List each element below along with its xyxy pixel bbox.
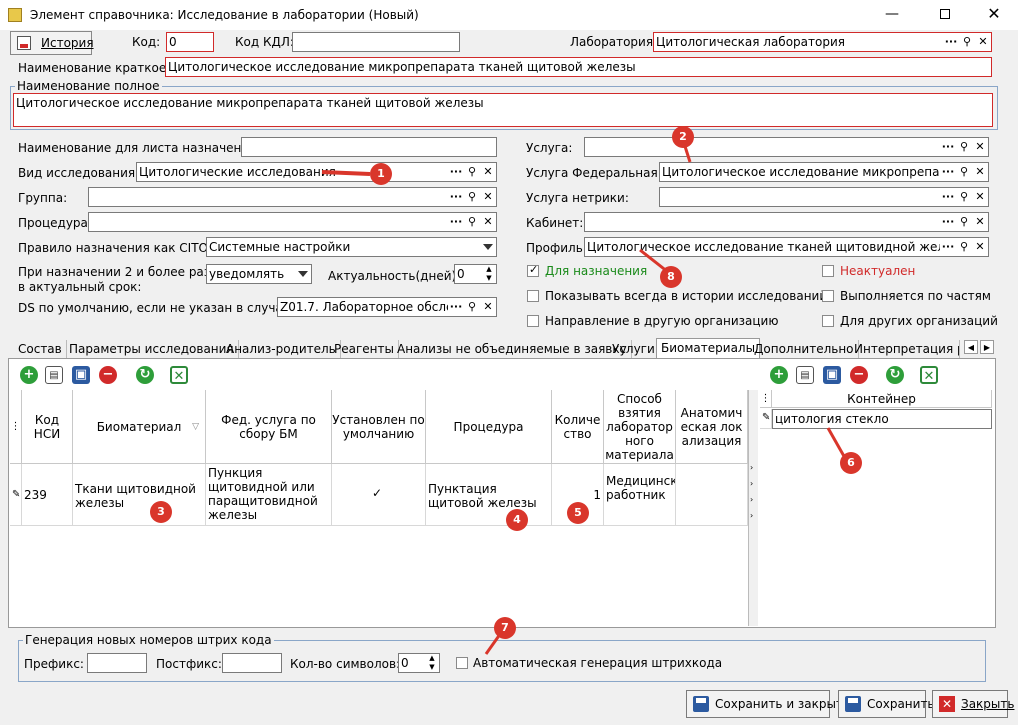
marker-7: 7 — [494, 617, 516, 639]
marker-5: 5 — [567, 502, 589, 524]
arrow-1 — [321, 170, 371, 176]
marker-4: 4 — [506, 509, 528, 531]
marker-1: 1 — [370, 163, 392, 185]
marker-2: 2 — [672, 126, 694, 148]
arrow-6 — [826, 427, 847, 459]
annotation-arrows — [321, 139, 847, 655]
marker-3: 3 — [150, 501, 172, 523]
marker-8: 8 — [660, 266, 682, 288]
marker-6: 6 — [840, 452, 862, 474]
